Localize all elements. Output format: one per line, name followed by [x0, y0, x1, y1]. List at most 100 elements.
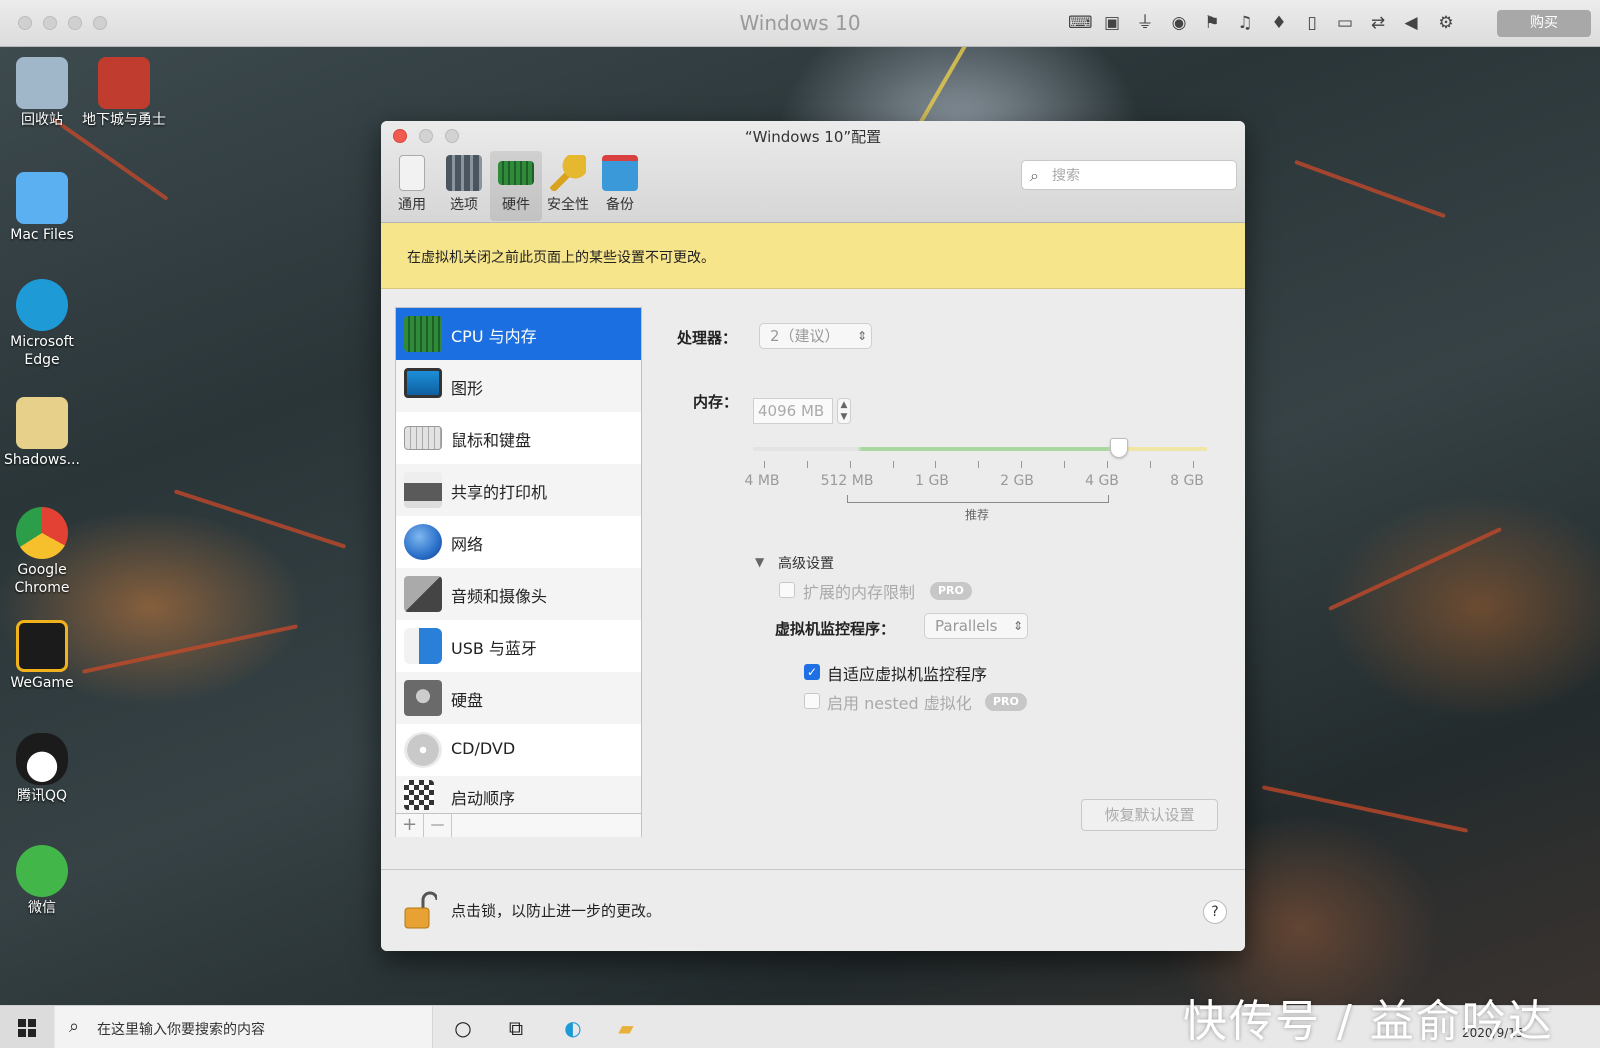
- cpu-icon[interactable]: ▣: [1101, 12, 1123, 34]
- sidebar-item-hard-disk[interactable]: 硬盘: [396, 672, 641, 724]
- camera-icon[interactable]: ▭: [1334, 12, 1356, 34]
- desktop-icon-shadows[interactable]: Shadows...: [0, 397, 84, 469]
- tablet-icon[interactable]: ▯: [1301, 12, 1323, 34]
- sidebar-item-printer[interactable]: 共享的打印机: [396, 464, 641, 516]
- sidebar-item-cd-dvd[interactable]: CD/DVD: [396, 724, 641, 776]
- updown-arrows-icon: ⇕: [856, 329, 867, 343]
- add-device-button[interactable]: +: [396, 814, 424, 837]
- cd-icon[interactable]: ◉: [1168, 12, 1190, 34]
- advanced-settings-label[interactable]: 高级设置: [778, 553, 834, 573]
- memory-stepper[interactable]: ▲ ▼: [837, 398, 851, 424]
- desktop-icon-wechat[interactable]: 微信: [0, 845, 84, 917]
- keyboard-icon[interactable]: ⌨: [1068, 12, 1093, 34]
- hypervisor-select[interactable]: Parallels ⇕: [924, 613, 1028, 639]
- taskbar-search-placeholder: 在这里输入你要搜索的内容: [97, 1022, 265, 1038]
- config-title-bar: “Windows 10”配置 通用 选项 硬件 安全性 备份 ⌕: [381, 121, 1245, 223]
- sidebar-item-mouse-keyboard[interactable]: 鼠标和键盘: [396, 412, 641, 464]
- sidebar-item-boot-order[interactable]: 启动顺序: [396, 776, 641, 813]
- tab-backup[interactable]: 备份: [594, 151, 646, 221]
- wegame-icon: [16, 620, 68, 672]
- slider-tick: [850, 461, 851, 468]
- slider-tick: [764, 461, 765, 468]
- tab-security[interactable]: 安全性: [542, 151, 594, 221]
- host-zoom-button[interactable]: [68, 16, 82, 30]
- checkered-flag-icon: [404, 780, 434, 810]
- processor-label: 处理器：: [677, 329, 738, 347]
- desktop-icon-mac-files[interactable]: Mac Files: [0, 172, 84, 244]
- tick-label: 512 MB: [820, 473, 874, 489]
- disclosure-triangle-icon[interactable]: ▼: [755, 555, 764, 569]
- file-explorer-icon[interactable]: ▰: [612, 1014, 640, 1042]
- back-triangle-icon[interactable]: ◀: [1400, 12, 1422, 34]
- tick-label: 1 GB: [915, 473, 949, 489]
- memory-slider-knob[interactable]: [1110, 438, 1128, 458]
- hardware-icon: [498, 161, 534, 185]
- slider-tick: [1193, 461, 1194, 468]
- hypervisor-label: 虚拟机监控程序：: [775, 620, 896, 638]
- help-button[interactable]: ?: [1203, 900, 1227, 924]
- hardware-sidebar: CPU 与内存 图形 鼠标和键盘 共享的打印机 网络 音频和摄像头 USB 与蓝…: [395, 307, 642, 837]
- hard-disk-icon: [404, 680, 442, 716]
- host-minimize-button[interactable]: [43, 16, 57, 30]
- folder-icon: [16, 397, 68, 449]
- qq-penguin-icon: [16, 733, 68, 785]
- host-close-button[interactable]: [18, 16, 32, 30]
- config-window: “Windows 10”配置 通用 选项 硬件 安全性 备份 ⌕ 在虚拟机关闭之…: [381, 121, 1245, 951]
- search-icon: ⌕: [1030, 166, 1039, 185]
- desktop-icon-edge[interactable]: Microsoft Edge: [0, 279, 84, 369]
- notice-text: 在虚拟机关闭之前此页面上的某些设置不可更改。: [407, 250, 715, 266]
- slider-tick: [1107, 461, 1108, 468]
- tab-general[interactable]: 通用: [386, 151, 438, 221]
- watermark: 快传号 / 益俞吟达: [1183, 996, 1554, 1047]
- sidebar-item-audio-camera[interactable]: 音频和摄像头: [396, 568, 641, 620]
- slider-tick: [1150, 461, 1151, 468]
- remove-device-button[interactable]: —: [424, 814, 452, 837]
- dnf-icon: [98, 57, 150, 109]
- memory-field[interactable]: 4096 MB: [753, 398, 833, 424]
- host-extra-button[interactable]: [93, 16, 107, 30]
- adaptive-hypervisor-checkbox[interactable]: ✓: [804, 664, 820, 680]
- unlocked-padlock-icon[interactable]: [403, 890, 437, 930]
- options-icon: [446, 155, 482, 191]
- taskbar-search[interactable]: ⌕ 在这里输入你要搜索的内容: [55, 1006, 433, 1048]
- search-field[interactable]: ⌕: [1021, 160, 1237, 190]
- pro-badge: PRO: [985, 693, 1027, 711]
- memory-slider-track[interactable]: [753, 447, 1207, 451]
- desktop-icon-wegame[interactable]: WeGame: [0, 620, 84, 692]
- task-view-icon[interactable]: ⧉: [502, 1014, 530, 1042]
- buy-button[interactable]: 购买: [1497, 10, 1591, 37]
- share-icon[interactable]: ⇄: [1367, 12, 1389, 34]
- desktop-icon-chrome[interactable]: Google Chrome: [0, 507, 84, 597]
- sidebar-item-cpu-memory[interactable]: CPU 与内存: [396, 308, 641, 360]
- start-button[interactable]: [0, 1006, 54, 1048]
- speaker-icon[interactable]: ♫: [1234, 12, 1256, 34]
- audio-camera-icon: [404, 576, 442, 612]
- restore-defaults-button[interactable]: 恢复默认设置: [1081, 799, 1218, 831]
- cortana-icon[interactable]: ○: [449, 1014, 477, 1042]
- slider-tick: [1064, 461, 1065, 468]
- recommended-label: 推荐: [964, 508, 989, 522]
- tick-label: 4 GB: [1085, 473, 1119, 489]
- desktop-icon-dnf[interactable]: 地下城与勇士: [82, 57, 166, 129]
- processor-select[interactable]: 2（建议） ⇕: [759, 323, 872, 349]
- tab-hardware[interactable]: 硬件: [490, 151, 542, 221]
- search-input[interactable]: [1052, 165, 1227, 187]
- tick-label: 8 GB: [1170, 473, 1204, 489]
- gear-icon[interactable]: ⚙: [1435, 12, 1457, 34]
- sidebar-item-network[interactable]: 网络: [396, 516, 641, 568]
- windows-logo-icon: [18, 1019, 36, 1037]
- adaptive-hypervisor-label: 自适应虚拟机监控程序: [827, 665, 988, 684]
- flag-icon[interactable]: ⚑: [1201, 12, 1223, 34]
- desktop-icon-recycle-bin[interactable]: 回收站: [0, 57, 84, 129]
- extended-memory-checkbox[interactable]: [779, 582, 795, 598]
- edge-icon[interactable]: ◐: [559, 1014, 587, 1042]
- sidebar-item-usb-bluetooth[interactable]: USB 与蓝牙: [396, 620, 641, 672]
- tab-options[interactable]: 选项: [438, 151, 490, 221]
- slider-tick: [1021, 461, 1022, 468]
- microphone-icon[interactable]: ♦: [1268, 12, 1290, 34]
- sidebar-item-graphics[interactable]: 图形: [396, 360, 641, 412]
- folder-icon: [16, 172, 68, 224]
- nested-virtualization-checkbox[interactable]: [804, 693, 820, 709]
- desktop-icon-qq[interactable]: 腾讯QQ: [0, 733, 84, 805]
- usb-icon[interactable]: ⏚: [1134, 12, 1156, 34]
